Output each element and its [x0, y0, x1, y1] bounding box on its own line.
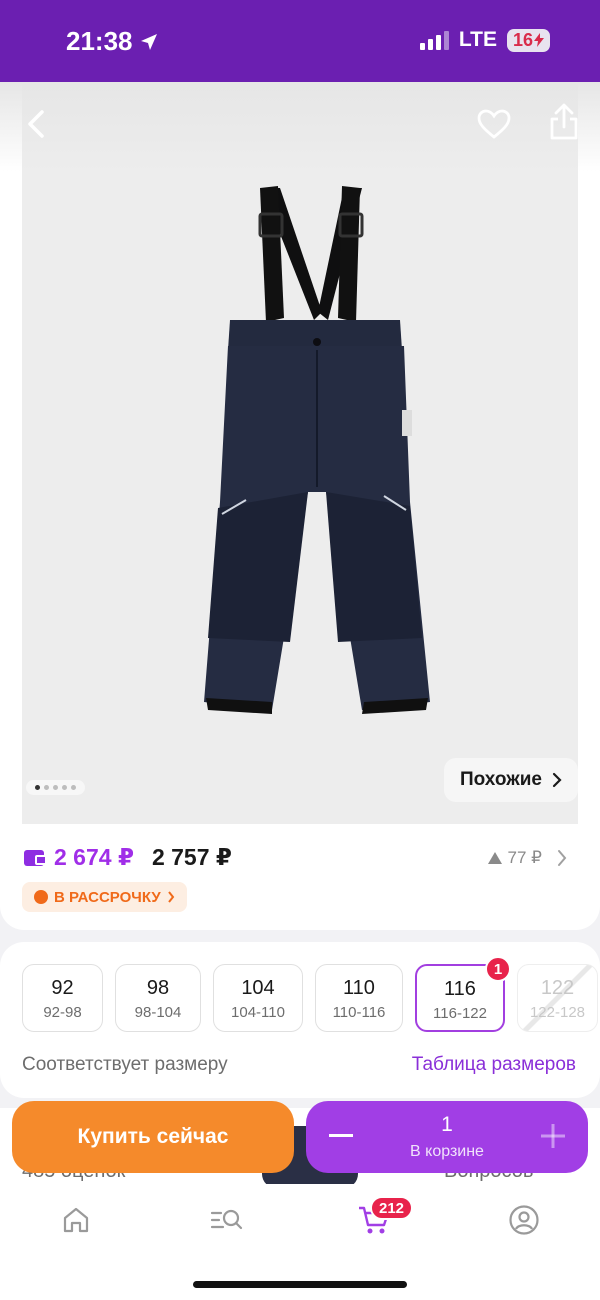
carousel-dot: [35, 785, 40, 790]
chevron-right-icon: [552, 772, 562, 788]
carousel-dot: [53, 785, 58, 790]
size-fit-text: Соответствует размеру: [22, 1054, 228, 1075]
size-range: 110-116: [332, 1004, 386, 1021]
size-table-link[interactable]: Таблица размеров: [412, 1054, 576, 1076]
signal-icon: [419, 30, 449, 50]
heart-icon: [477, 109, 511, 139]
tab-profile[interactable]: [494, 1198, 554, 1242]
size-option[interactable]: 104 104-110: [213, 964, 303, 1032]
regular-price: 2 757 ₽: [151, 844, 232, 870]
battery-level: 16: [512, 29, 533, 50]
network-type: LTE: [458, 28, 497, 51]
status-bar: 21:38 LTE 16: [0, 0, 600, 82]
location-arrow-icon: [140, 33, 157, 50]
similar-button[interactable]: Похожие: [444, 758, 578, 802]
size-option-unavailable[interactable]: 122 122-128: [517, 964, 598, 1032]
carousel-dot: [62, 785, 67, 790]
status-time: 21:38: [66, 26, 159, 57]
size-selector: 92 92-98 98 98-104 104 104-110 110 110-1…: [22, 956, 598, 1032]
product-gallery[interactable]: Похожие: [0, 82, 600, 824]
size-value: 104: [241, 977, 275, 999]
battery-icon: 16: [506, 28, 550, 52]
carousel-dot: [71, 785, 76, 790]
tab-catalog[interactable]: [196, 1198, 256, 1242]
size-value: 110: [343, 977, 375, 999]
cart-count-badge: 212: [370, 1196, 414, 1220]
triangle-up-icon: [487, 852, 502, 864]
price-history-button[interactable]: 77 ₽: [487, 848, 568, 868]
price-row: 2 674 ₽ 2 757 ₽: [24, 844, 232, 871]
size-range: 98-104: [134, 1004, 182, 1021]
cart-stepper: 1 В корзине: [306, 1101, 588, 1173]
size-range: 116-122: [433, 1005, 487, 1022]
status-right: LTE 16: [419, 28, 550, 52]
home-icon: [63, 1207, 89, 1233]
share-button[interactable]: [542, 100, 586, 144]
size-value: 98: [146, 977, 170, 999]
size-option[interactable]: 98 98-104: [115, 964, 201, 1032]
similar-label: Похожие: [460, 769, 542, 790]
price-card: 2 674 ₽ 2 757 ₽ 77 ₽ В РАССРОЧКУ: [0, 824, 600, 930]
size-range: 104-110: [231, 1004, 285, 1021]
size-range: 92-98: [43, 1004, 82, 1021]
profile-icon: [509, 1205, 539, 1235]
favorite-button[interactable]: [472, 102, 516, 146]
size-value: 122: [540, 977, 575, 999]
buy-now-button[interactable]: Купить сейчас: [12, 1101, 294, 1173]
size-range: 122-128: [529, 1004, 586, 1021]
wallet-icon: [24, 849, 47, 866]
size-value: 92: [51, 977, 74, 999]
size-quantity-badge: 1: [485, 956, 511, 982]
size-card: 92 92-98 98 98-104 104 104-110 110 110-1…: [0, 942, 600, 1098]
share-icon: [550, 103, 578, 140]
carousel-dots: [26, 780, 85, 795]
chevron-right-icon: [167, 891, 174, 903]
price-delta: 77 ₽: [507, 848, 542, 867]
home-indicator: [193, 1281, 407, 1288]
size-option-selected[interactable]: 116 116-122 1: [415, 956, 511, 1032]
carousel-dot: [44, 785, 49, 790]
installment-label: В РАССРОЧКУ: [54, 888, 161, 906]
size-option[interactable]: 110 110-116: [315, 964, 403, 1032]
back-button[interactable]: [14, 102, 58, 146]
size-value: 116: [444, 978, 476, 1000]
tab-home[interactable]: [46, 1198, 106, 1242]
installment-button[interactable]: В РАССРОЧКУ: [22, 882, 187, 912]
chevron-right-icon: [558, 850, 567, 866]
catalog-search-icon: [210, 1209, 243, 1230]
current-price: 2 674 ₽: [54, 844, 134, 870]
product-photo: [22, 82, 578, 824]
plus-icon: [541, 1124, 565, 1148]
increase-quantity-button[interactable]: [536, 1119, 570, 1153]
chevron-left-icon: [28, 110, 44, 138]
time-text: 21:38: [66, 26, 133, 56]
size-option[interactable]: 92 92-98: [22, 964, 103, 1032]
pie-icon: [34, 890, 48, 904]
